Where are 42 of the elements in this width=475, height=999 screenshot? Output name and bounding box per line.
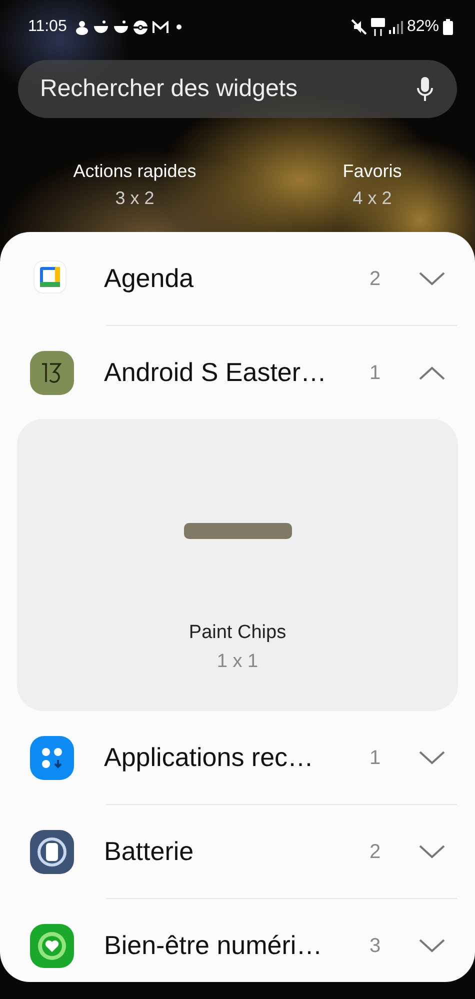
battery-app-icon bbox=[30, 830, 74, 874]
widget-count: 1 bbox=[368, 746, 382, 770]
battery-level: 82% bbox=[406, 17, 439, 37]
app-name: Applications rec… bbox=[104, 741, 314, 774]
widget-size: 1 x 1 bbox=[216, 650, 258, 674]
notification-icon bbox=[74, 19, 89, 35]
app-row[interactable]: Batterie 2 bbox=[0, 805, 475, 898]
mute-icon bbox=[350, 19, 367, 35]
microphone-icon[interactable] bbox=[417, 77, 433, 101]
pokeball-icon bbox=[132, 20, 148, 34]
chevron-up-icon[interactable] bbox=[419, 366, 445, 380]
widget-name[interactable]: Actions rapides bbox=[73, 158, 196, 185]
battery-icon bbox=[443, 19, 453, 35]
widget-name[interactable]: Favoris bbox=[342, 158, 402, 185]
chevron-down-icon[interactable] bbox=[419, 844, 445, 858]
app-row[interactable]: Android S Easter… 1 bbox=[0, 326, 475, 419]
app-name: Agenda bbox=[104, 262, 194, 295]
notification-icon bbox=[92, 20, 109, 34]
app-name: Bien-être numéri… bbox=[104, 929, 322, 962]
notification-icon bbox=[112, 20, 129, 34]
search-field[interactable]: Rechercher des widgets bbox=[18, 60, 457, 118]
signal-icon bbox=[388, 20, 403, 34]
widget-count: 2 bbox=[368, 840, 382, 864]
app-name: Batterie bbox=[104, 835, 194, 868]
widget-count: 1 bbox=[368, 360, 382, 386]
chevron-down-icon[interactable] bbox=[419, 272, 445, 286]
widget-count: 3 bbox=[368, 934, 382, 958]
widget-size: 3 x 2 bbox=[115, 187, 154, 210]
widget-size: 4 x 2 bbox=[352, 187, 392, 210]
widget-name: Paint Chips bbox=[188, 621, 286, 645]
app-icon bbox=[30, 350, 74, 394]
app-row[interactable]: Bien-être numéri… 3 bbox=[0, 899, 475, 992]
app-row[interactable]: Agenda 2 bbox=[0, 232, 475, 325]
app-row[interactable]: Applications rec… 1 bbox=[0, 711, 475, 804]
chevron-down-icon[interactable] bbox=[419, 750, 445, 764]
app-name: Android S Easter… bbox=[104, 356, 327, 389]
widget-count: 2 bbox=[368, 266, 382, 292]
chevron-down-icon[interactable] bbox=[419, 938, 445, 952]
apps-icon bbox=[30, 736, 74, 780]
widget-preview-card[interactable]: Paint Chips 1 x 1 bbox=[17, 419, 458, 711]
clock: 11:05 bbox=[28, 17, 67, 37]
mail-icon bbox=[152, 20, 169, 34]
